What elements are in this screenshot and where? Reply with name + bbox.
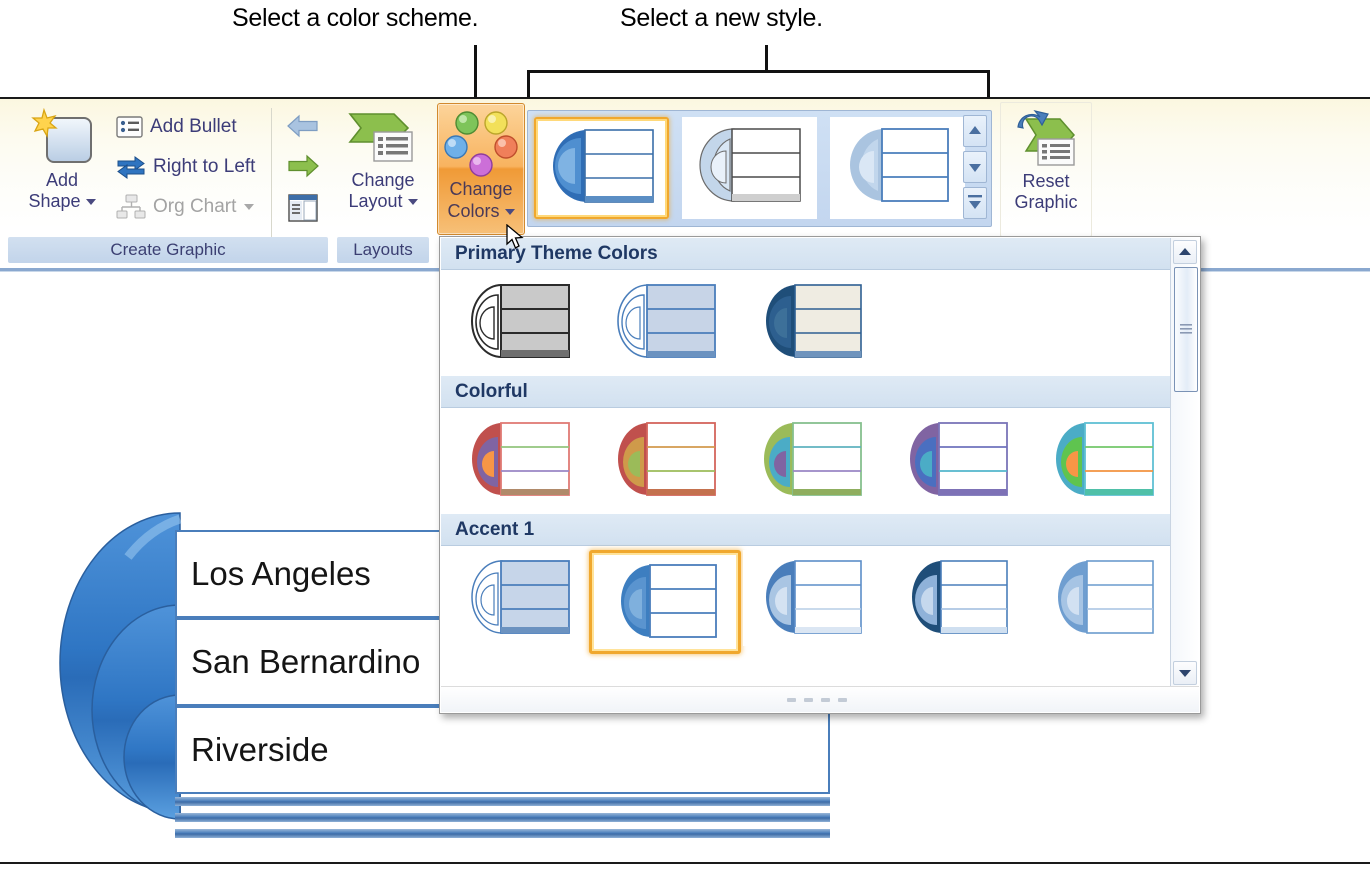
- color-thumb-1-2[interactable]: [743, 412, 881, 508]
- reset-graphic-label-line2: Graphic: [1014, 192, 1078, 212]
- dropdown-row-0: [441, 270, 1170, 376]
- chevron-up-icon: [969, 126, 981, 134]
- chevron-down-icon: [969, 164, 981, 172]
- chevron-down-icon[interactable]: [85, 199, 96, 206]
- dropdown-heading-1: Colorful: [441, 376, 1199, 408]
- reset-graphic-label-line1: Reset: [1022, 171, 1070, 191]
- dropdown-heading-0: Primary Theme Colors: [441, 238, 1199, 270]
- color-thumb-2-4[interactable]: [1035, 550, 1173, 646]
- color-thumb-2-1[interactable]: [589, 550, 741, 654]
- callout-color-scheme-label: Select a color scheme.: [232, 4, 479, 32]
- change-layout-label-line1: Change: [351, 170, 415, 190]
- color-thumb-2-0[interactable]: [451, 550, 589, 646]
- promote-icon: [287, 114, 318, 138]
- change-colors-label-line1: Change: [449, 179, 513, 199]
- chevron-up-icon: [1179, 248, 1191, 255]
- color-thumb-1-4[interactable]: [1035, 412, 1173, 508]
- add-bullet-label: Add Bullet: [150, 115, 237, 137]
- color-thumb-0-0[interactable]: [451, 274, 589, 370]
- smartart-bar-2: [175, 829, 830, 838]
- smartart-row-1-text: San Bernardino: [191, 643, 421, 680]
- chevron-down-icon[interactable]: [504, 209, 515, 216]
- add-shape-label-line2: Shape: [28, 191, 81, 211]
- org-chart-icon: [116, 194, 146, 218]
- smartart-row-2[interactable]: Riverside: [175, 706, 830, 794]
- change-colors-icon: [444, 111, 518, 177]
- style-thumb-1[interactable]: [682, 117, 817, 219]
- change-layout-icon: [348, 113, 413, 162]
- ribbon-group-create-graphic: Add Shape Add Bullet Right to Left Org C…: [8, 102, 328, 265]
- callout-new-style-stem: [765, 45, 768, 72]
- color-thumb-2-3[interactable]: [889, 550, 1027, 646]
- ribbon-group-layouts: Change Layout Layouts: [337, 102, 429, 265]
- add-shape-icon: [31, 108, 92, 163]
- dropdown-heading-2: Accent 1: [441, 514, 1199, 546]
- promote-button[interactable]: [286, 112, 320, 145]
- callout-color-scheme-leader: [474, 45, 477, 99]
- color-thumb-1-1[interactable]: [597, 412, 735, 508]
- right-to-left-icon: [117, 155, 145, 179]
- reset-graphic-button[interactable]: Reset Graphic: [1001, 109, 1091, 213]
- style-thumb-2[interactable]: [830, 117, 965, 219]
- gallery-scroll-down-button[interactable]: [963, 151, 987, 183]
- add-shape-label-line1: Add: [45, 170, 79, 190]
- scroll-thumb[interactable]: [1174, 267, 1198, 392]
- add-bullet-icon: [116, 115, 143, 138]
- right-to-left-button[interactable]: Right to Left: [116, 150, 255, 183]
- callout-new-style-bracket-top: [527, 70, 990, 73]
- change-colors-dropdown[interactable]: Primary Theme Colors Colorful Accent 1: [439, 236, 1201, 714]
- smartart-row-0-text: Los Angeles: [191, 555, 371, 592]
- text-pane-icon: [288, 194, 318, 222]
- grip-dots-icon: [787, 698, 847, 702]
- callout-new-style-label: Select a new style.: [620, 4, 823, 32]
- dropdown-grip-bar[interactable]: [441, 686, 1199, 712]
- demote-icon: [288, 154, 319, 178]
- more-styles-icon: [968, 195, 982, 209]
- color-thumb-2-2[interactable]: [743, 550, 881, 646]
- layouts-group-label: Layouts: [337, 237, 429, 263]
- chevron-down-icon[interactable]: [244, 203, 255, 210]
- change-layout-button[interactable]: Change Layout: [337, 108, 429, 212]
- smartart-bar-1: [175, 813, 830, 822]
- group-divider: [271, 108, 272, 258]
- color-thumb-1-3[interactable]: [889, 412, 1027, 508]
- chevron-down-icon[interactable]: [407, 199, 418, 206]
- smartart-styles-gallery[interactable]: [527, 110, 992, 227]
- change-colors-label-line2: Colors: [447, 201, 500, 221]
- color-thumb-1-0[interactable]: [451, 412, 589, 508]
- scroll-down-button[interactable]: [1173, 661, 1197, 685]
- style-thumb-0[interactable]: [534, 117, 669, 219]
- mouse-cursor-icon: [506, 224, 524, 249]
- change-colors-button[interactable]: Change Colors: [437, 103, 525, 235]
- add-shape-button[interactable]: Add Shape: [12, 108, 112, 212]
- gallery-more-button[interactable]: [963, 187, 987, 219]
- color-thumb-0-1[interactable]: [597, 274, 735, 370]
- text-pane-button[interactable]: [288, 194, 318, 227]
- page-bottom-border: [0, 862, 1370, 864]
- color-thumb-0-2[interactable]: [743, 274, 881, 370]
- org-chart-label: Org Chart: [153, 195, 237, 217]
- smartart-row-2-text: Riverside: [191, 731, 329, 768]
- smartart-bar-0: [175, 797, 830, 806]
- add-bullet-button[interactable]: Add Bullet: [116, 110, 237, 143]
- create-graphic-group-label: Create Graphic: [8, 237, 328, 263]
- scroll-grip-icon: [1180, 324, 1192, 334]
- right-to-left-label: Right to Left: [153, 155, 256, 177]
- dropdown-scrollbar[interactable]: [1170, 238, 1199, 687]
- chevron-down-icon: [1179, 670, 1191, 677]
- reset-graphic-icon: [1017, 110, 1075, 166]
- demote-button[interactable]: [286, 152, 320, 185]
- dropdown-row-2: [441, 546, 1173, 656]
- gallery-scroll-up-button[interactable]: [963, 115, 987, 147]
- org-chart-button[interactable]: Org Chart: [116, 190, 255, 223]
- change-layout-label-line2: Layout: [348, 191, 403, 211]
- dropdown-row-1: [441, 408, 1173, 514]
- scroll-up-button[interactable]: [1173, 240, 1197, 264]
